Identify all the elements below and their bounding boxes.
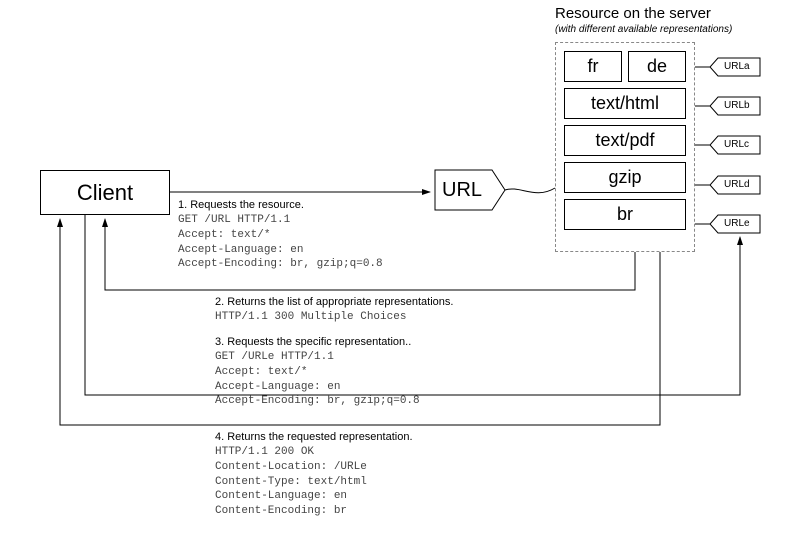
step-2-title: 2. Returns the list of appropriate repre… — [215, 295, 453, 310]
step-1-block: 1. Requests the resource. GET /URL HTTP/… — [178, 198, 383, 272]
step-3-title: 3. Requests the specific representation.… — [215, 335, 420, 350]
rep-cell: br — [564, 199, 686, 230]
url-label: URL — [442, 179, 482, 202]
server-title: Resource on the server — [555, 5, 711, 22]
server-subtitle: (with different available representation… — [555, 24, 732, 35]
url-tag: URLb — [724, 100, 750, 111]
rep-row: text/pdf — [564, 125, 686, 156]
step-1-lines: GET /URL HTTP/1.1 Accept: text/* Accept-… — [178, 213, 383, 272]
step-1-title: 1. Requests the resource. — [178, 198, 383, 213]
server-resource-box: fr de text/html text/pdf gzip br — [555, 42, 695, 252]
url-tag: URLd — [724, 179, 750, 190]
rep-cell: fr — [564, 51, 622, 82]
step-4-title: 4. Returns the requested representation. — [215, 430, 413, 445]
step-4-lines: HTTP/1.1 200 OK Content-Location: /URLe … — [215, 445, 413, 519]
url-tag: URLa — [724, 61, 750, 72]
client-label: Client — [77, 180, 133, 206]
rep-row: br — [564, 199, 686, 230]
rep-cell: de — [628, 51, 686, 82]
step-3-lines: GET /URLe HTTP/1.1 Accept: text/* Accept… — [215, 350, 420, 409]
diagram-canvas: Client URL Resource on the server (with … — [0, 0, 801, 542]
rep-cell: text/pdf — [564, 125, 686, 156]
step-4-block: 4. Returns the requested representation.… — [215, 430, 413, 519]
rep-row: text/html — [564, 88, 686, 119]
rep-row: gzip — [564, 162, 686, 193]
client-box: Client — [40, 170, 170, 215]
url-tag: URLc — [724, 139, 749, 150]
step-2-block: 2. Returns the list of appropriate repre… — [215, 295, 453, 325]
step-3-block: 3. Requests the specific representation.… — [215, 335, 420, 409]
rep-row: fr de — [564, 51, 686, 82]
rep-cell: gzip — [564, 162, 686, 193]
url-tag: URLe — [724, 218, 750, 229]
step-2-lines: HTTP/1.1 300 Multiple Choices — [215, 310, 453, 325]
rep-cell: text/html — [564, 88, 686, 119]
